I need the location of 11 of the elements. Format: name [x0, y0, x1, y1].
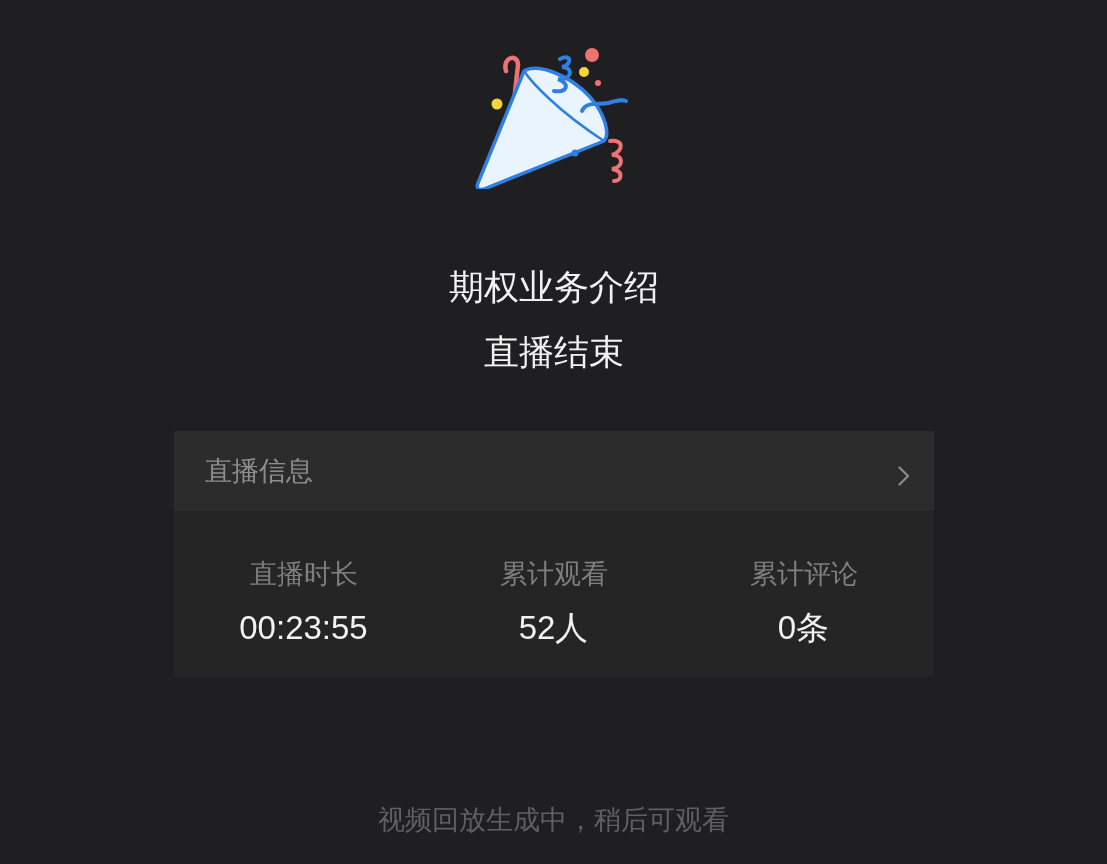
replay-status-text: 视频回放生成中，稍后可观看 — [378, 804, 729, 837]
live-status: 直播结束 — [483, 331, 624, 373]
live-info-button[interactable]: 直播信息 — [173, 431, 934, 511]
stat-value: 0条 — [777, 608, 830, 648]
stat-value: 52人 — [518, 608, 589, 648]
stat-label: 累计观看 — [499, 558, 608, 591]
chevron-right-icon — [897, 466, 910, 486]
live-title: 期权业务介绍 — [448, 266, 659, 308]
stat-value: 00:23:55 — [239, 608, 368, 648]
stat-label: 直播时长 — [249, 558, 358, 591]
stat-label: 累计评论 — [749, 558, 858, 591]
